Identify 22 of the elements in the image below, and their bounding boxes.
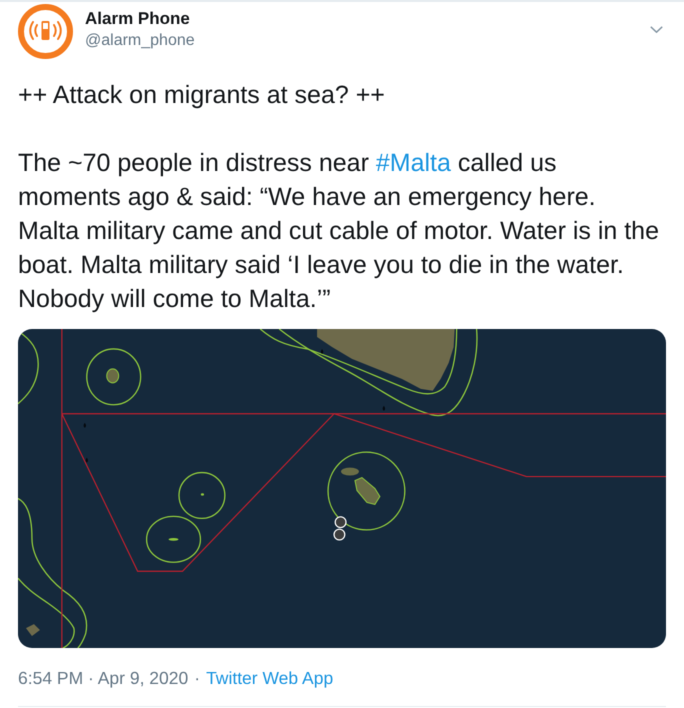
tweet-text: ++ Attack on migrants at sea? ++ The ~70 people in distress near #Malta called us moments ago & said: “We have an emergency here. Malta military came and cut cable of motor. Water is in the boat. Malta military said ‘I leave you to die in the water. Nobody will come to Malta.’” — [17, 80, 660, 315]
drop-marker-icon — [382, 406, 386, 411]
zone-circle — [178, 472, 226, 520]
chevron-down-icon[interactable] — [650, 26, 663, 33]
source-link[interactable]: Twitter Web App — [206, 667, 334, 689]
hashtag-link[interactable]: #Malta — [376, 149, 451, 177]
island-shape — [200, 493, 204, 496]
zone-circle — [146, 516, 202, 563]
timestamp-link[interactable]: 6:54 PM · Apr 9, 2020 — [18, 667, 188, 689]
position-marker-icon — [333, 528, 346, 541]
island-shape — [106, 368, 120, 384]
position-marker-icon — [334, 516, 347, 528]
drop-marker-icon — [84, 422, 86, 428]
author-handle[interactable]: @alarm_phone — [85, 31, 195, 51]
zone-circle — [86, 348, 142, 406]
drop-marker-icon — [320, 348, 324, 354]
phone-avatar-icon[interactable] — [18, 4, 73, 59]
middle-dot-separator: · — [194, 667, 200, 689]
island-shape — [168, 538, 178, 541]
island-shape — [26, 624, 40, 636]
drop-marker-icon — [86, 458, 88, 463]
author-name[interactable]: Alarm Phone — [85, 8, 190, 30]
